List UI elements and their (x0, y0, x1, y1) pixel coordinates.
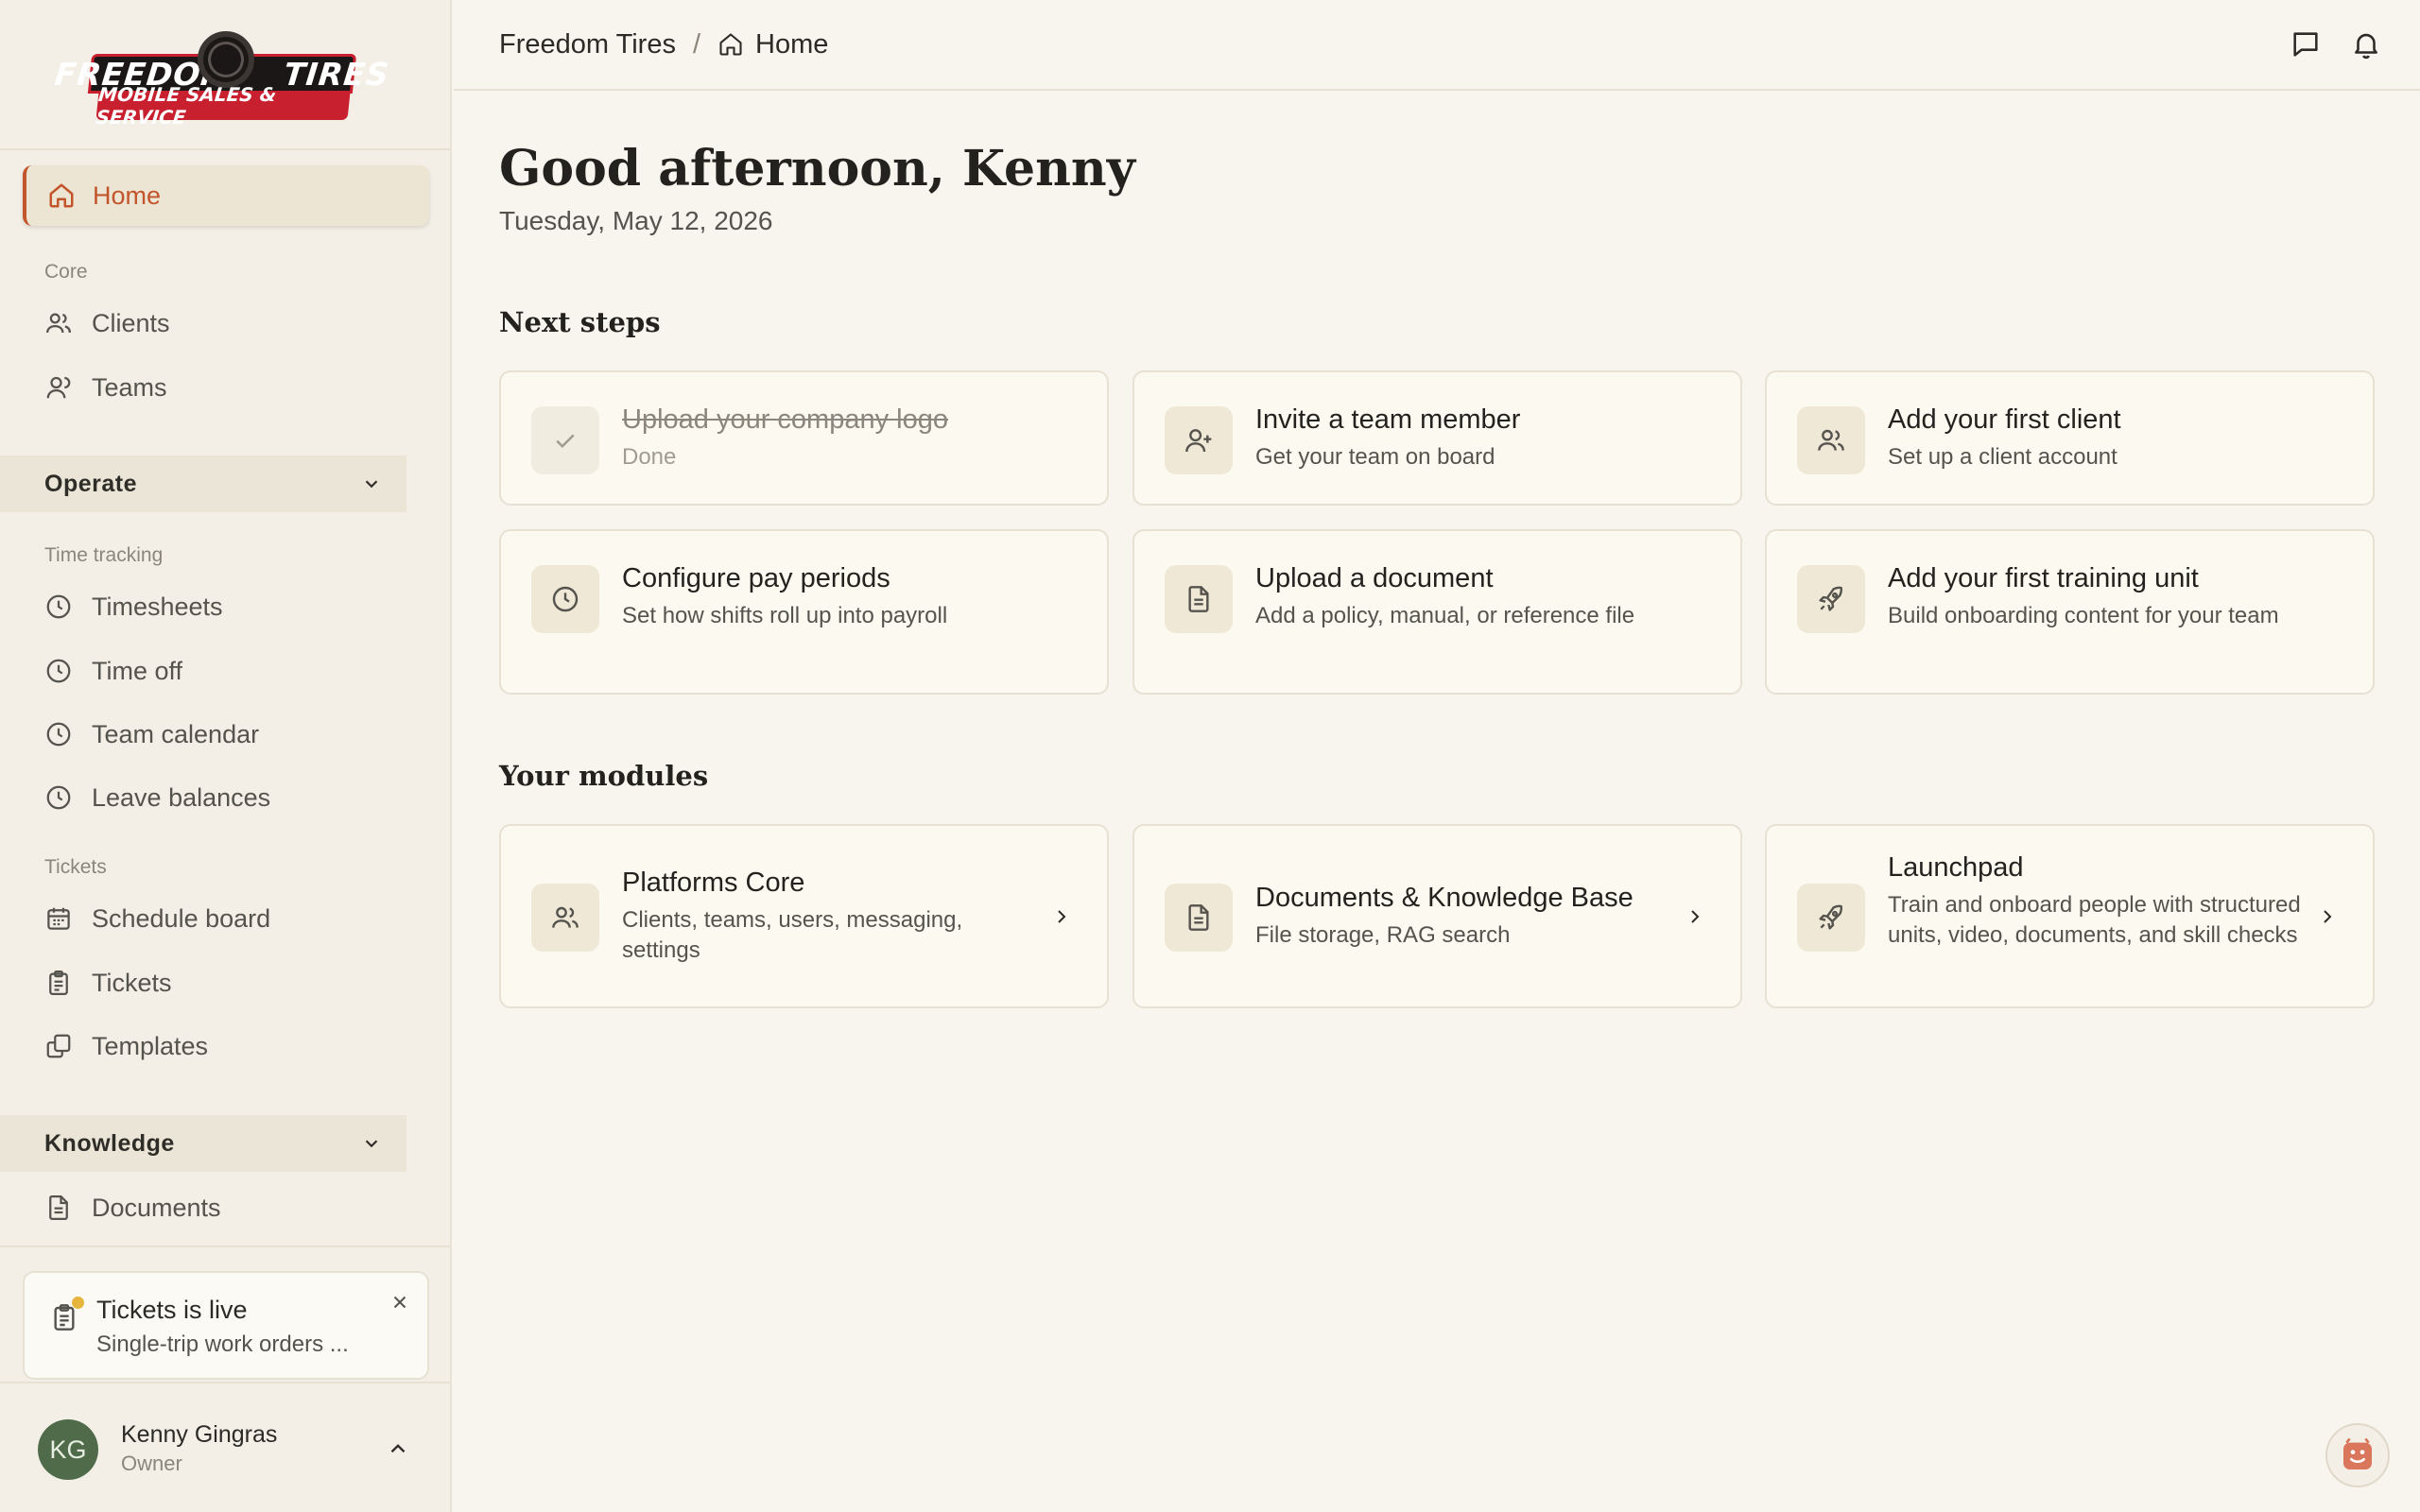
users-icon (552, 906, 579, 928)
sidebar-item-templates[interactable]: Templates (44, 1022, 208, 1070)
sidebar-item-time-off[interactable]: Time off (44, 647, 182, 695)
sidebar-item-documents[interactable]: Documents (44, 1184, 221, 1231)
next-step-card-invite-member[interactable]: Invite a team member Get your team on bo… (1132, 370, 1742, 506)
breadcrumb-separator: / (692, 28, 701, 60)
company-logo[interactable]: FREEDOM TIRES MOBILE SALES & SERVICE (53, 29, 391, 129)
card-title: Add your first training unit (1888, 563, 2199, 593)
sidebar-item-clients[interactable]: Clients (44, 300, 170, 347)
assistant-icon (2343, 1437, 2372, 1469)
chevron-up-icon[interactable] (386, 1436, 410, 1461)
header-actions (2290, 28, 2382, 60)
topbar: Freedom Tires / Home (454, 0, 2420, 91)
tire-icon (198, 30, 254, 88)
sidebar-item-leave-balances[interactable]: Leave balances (44, 774, 270, 821)
card-title: Upload a document (1255, 563, 1494, 593)
next-step-card-pay-periods[interactable]: Configure pay periods Set how shifts rol… (499, 529, 1109, 695)
breadcrumb-current: Home (717, 29, 828, 60)
document-icon (49, 1195, 68, 1220)
card-title: Upload your company logo (622, 404, 948, 435)
message-icon[interactable] (2290, 28, 2322, 60)
feature-announcement[interactable]: Tickets is live Single-trip work orders … (23, 1271, 429, 1380)
next-step-card-upload-document[interactable]: Upload a document Add a policy, manual, … (1132, 529, 1742, 695)
card-title: Platforms Core (622, 868, 805, 898)
card-title: Invite a team member (1255, 404, 1521, 435)
home-icon (719, 33, 742, 56)
group-header-operate[interactable]: Operate (0, 455, 406, 512)
clock-icon (46, 722, 71, 747)
sidebar-item-tickets[interactable]: Tickets (44, 959, 172, 1006)
card-subtitle: File storage, RAG search (1255, 922, 1511, 948)
chevron-right-icon (1691, 910, 1700, 923)
card-subtitle: Done (622, 444, 677, 470)
notification-dot (72, 1297, 84, 1309)
sidebar-item-timesheets[interactable]: Timesheets (44, 583, 223, 630)
calendar-icon (47, 907, 70, 930)
card-subtitle: Add a policy, manual, or reference file (1255, 603, 1635, 628)
sidebar-item-label: Home (93, 180, 162, 210)
section-label-time-tracking: Time tracking (44, 544, 164, 566)
user-role: Owner (121, 1452, 182, 1475)
close-icon[interactable] (389, 1292, 410, 1313)
card-subtitle: Build onboarding content for your team (1888, 603, 2279, 628)
card-subtitle: Clients, teams, users, messaging, settin… (622, 907, 963, 963)
breadcrumb-org[interactable]: Freedom Tires (499, 29, 676, 60)
sidebar-item-schedule-board[interactable]: Schedule board (44, 895, 270, 942)
users-icon (1818, 429, 1844, 451)
announcement-subtitle: Single-trip work orders ... (96, 1332, 349, 1357)
sidebar-item-home[interactable]: Home (23, 165, 429, 226)
module-card-launchpad[interactable]: Launchpad Train and onboard people with … (1765, 824, 2375, 1008)
clock-icon (46, 659, 71, 683)
sidebar-item-team-calendar[interactable]: Team calendar (44, 711, 259, 758)
clipboard-icon (49, 971, 68, 995)
clock-icon (46, 785, 71, 810)
users-icon (46, 313, 71, 334)
sidebar-divider (0, 1246, 452, 1247)
next-steps-heading: Next steps (499, 306, 661, 338)
current-date: Tuesday, May 12, 2026 (499, 206, 773, 235)
copy-icon (46, 1034, 71, 1058)
help-chat-button[interactable] (2325, 1423, 2390, 1487)
card-title: Add your first client (1888, 404, 2121, 435)
clock-icon (46, 594, 71, 619)
card-title: Configure pay periods (622, 563, 890, 593)
chevron-right-icon (2324, 910, 2332, 923)
sidebar: FREEDOM TIRES MOBILE SALES & SERVICE Hom… (0, 0, 452, 1512)
rocket-icon (1819, 904, 1842, 930)
user-icon (46, 376, 71, 399)
chevron-right-icon (1058, 910, 1066, 923)
next-step-card-training-unit[interactable]: Add your first training unit Build onboa… (1765, 529, 2375, 695)
card-subtitle: Get your team on board (1255, 444, 1495, 470)
user-menu[interactable]: KG Kenny Gingras Owner (0, 1382, 452, 1512)
document-icon (1188, 904, 1209, 931)
avatar: KG (38, 1419, 98, 1480)
home-icon (49, 183, 74, 208)
module-card-platforms-core[interactable]: Platforms Core Clients, teams, users, me… (499, 824, 1109, 1008)
section-label-tickets: Tickets (44, 856, 107, 878)
next-step-card-add-client[interactable]: Add your first client Set up a client ac… (1765, 370, 2375, 506)
chevron-down-icon (365, 480, 378, 489)
card-subtitle: Set up a client account (1888, 444, 2118, 470)
next-step-card-upload-logo[interactable]: Upload your company logo Done (499, 370, 1109, 506)
chevron-down-icon (365, 1140, 378, 1148)
check-icon (556, 434, 575, 449)
card-subtitle: Train and onboard people with structured… (1888, 892, 2301, 948)
card-title: Launchpad (1888, 852, 2024, 883)
page-title: Good afternoon, Kenny (499, 140, 1135, 198)
announcement-title: Tickets is live (96, 1296, 248, 1324)
document-icon (1188, 586, 1209, 612)
clock-icon (552, 586, 579, 612)
bell-icon[interactable] (2350, 28, 2382, 60)
module-card-documents[interactable]: Documents & Knowledge Base File storage,… (1132, 824, 1742, 1008)
user-plus-icon (1185, 429, 1212, 453)
group-header-knowledge[interactable]: Knowledge (0, 1115, 406, 1172)
section-label-core: Core (44, 261, 88, 283)
card-title: Documents & Knowledge Base (1255, 883, 1634, 913)
logo-area: FREEDOM TIRES MOBILE SALES & SERVICE (0, 0, 450, 150)
sidebar-item-teams[interactable]: Teams (44, 364, 167, 411)
rocket-icon (1819, 586, 1842, 611)
user-name: Kenny Gingras (121, 1421, 278, 1448)
card-subtitle: Set how shifts roll up into payroll (622, 603, 948, 628)
modules-heading: Your modules (499, 760, 709, 792)
